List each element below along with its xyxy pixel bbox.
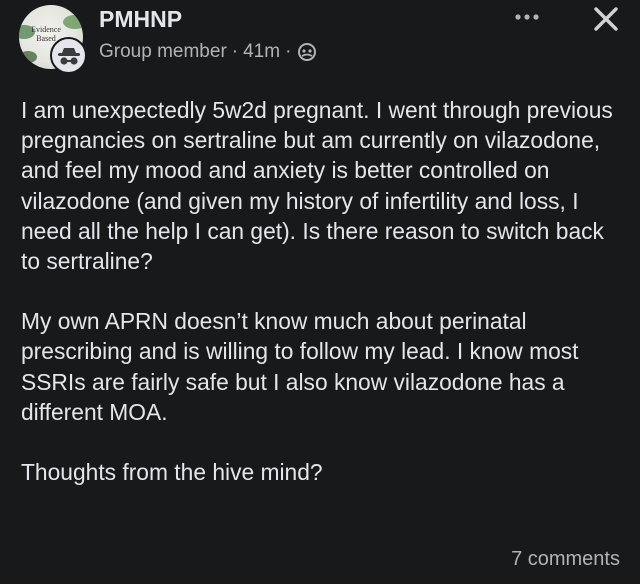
- post-body: I am unexpectedly 5w2d pregnant. I went …: [21, 95, 626, 517]
- avatar-leaf-decoration: [19, 51, 37, 63]
- post-paragraph: Thoughts from the hive mind?: [21, 459, 323, 486]
- post-header: Evidence Based PMHNP Group member · 41m …: [0, 0, 640, 80]
- group-post: Evidence Based PMHNP Group member · 41m …: [0, 0, 640, 584]
- comments-count-link[interactable]: 7 comments: [511, 546, 620, 572]
- member-role: Group member: [99, 41, 227, 62]
- group-audience-icon[interactable]: [297, 42, 317, 62]
- anonymous-member-icon-glyph: [57, 47, 80, 65]
- avatar-leaf-decoration: [63, 15, 83, 29]
- post-paragraph: I am unexpectedly 5w2d pregnant. I went …: [21, 97, 613, 275]
- anonymous-member-icon: [50, 37, 87, 74]
- post-meta: Group member · 41m ·: [99, 39, 317, 65]
- meta-separator: ·: [285, 41, 292, 62]
- post-timestamp[interactable]: 41m: [243, 41, 280, 63]
- group-name[interactable]: PMHNP: [99, 4, 182, 34]
- meta-separator: ·: [231, 41, 239, 62]
- more-options-icon-glyph: [515, 14, 539, 20]
- group-audience-icon-glyph: [298, 43, 317, 61]
- more-options-icon[interactable]: [512, 6, 542, 28]
- post-paragraph: My own APRN doesn’t know much about peri…: [21, 308, 579, 425]
- close-icon[interactable]: [591, 4, 621, 34]
- close-icon-glyph: [594, 7, 618, 31]
